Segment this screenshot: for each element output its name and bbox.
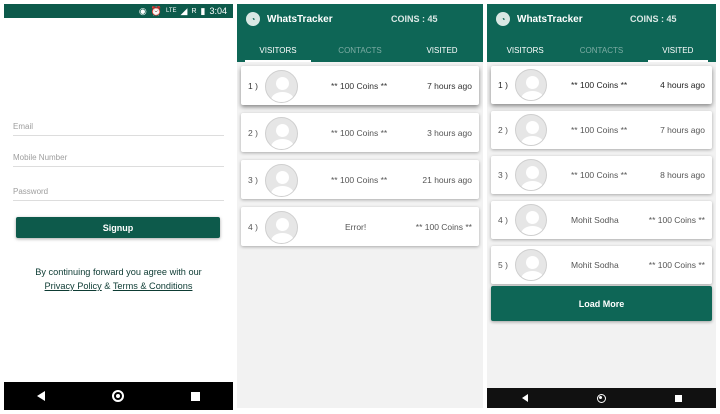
signal-icon: ◢ (180, 5, 188, 16)
item-name: Error! (345, 221, 367, 232)
app-title: WhatsTracker (267, 14, 333, 25)
item-coins: ** 100 Coins ** (331, 127, 388, 138)
avatar (515, 204, 547, 236)
item-coins: ** 100 Coins ** (331, 80, 388, 91)
item-index: 4 ) (248, 221, 258, 232)
item-index: 3 ) (248, 174, 258, 185)
signup-screen: ◉ ⏰ LTE ◢ R ▮ 3:04 Signup By continuing … (4, 4, 233, 410)
home-icon[interactable] (111, 390, 124, 402)
tab-visited[interactable]: VISITED (401, 40, 483, 62)
password-field[interactable] (13, 183, 224, 201)
app-logo-icon: ◔ (496, 12, 510, 26)
app-bar: ◔ WhatsTracker COINS : 45 VISITORS CONTA… (237, 4, 483, 62)
tab-visited[interactable]: VISITED (640, 40, 716, 62)
app-title: WhatsTracker (517, 14, 583, 25)
system-nav-bar (487, 388, 716, 408)
terms-links: Privacy Policy & Terms & Conditions (4, 279, 233, 293)
item-coins: ** 100 Coins ** (571, 170, 628, 180)
item-time: 7 hours ago (660, 125, 705, 135)
avatar (265, 211, 298, 244)
item-time: 7 hours ago (427, 80, 472, 91)
list-item[interactable]: 2 ) ** 100 Coins ** 7 hours ago (491, 111, 712, 149)
item-time: 8 hours ago (660, 170, 705, 180)
email-field[interactable] (13, 118, 224, 136)
item-index: 3 ) (498, 170, 508, 180)
item-coins: ** 100 Coins ** (648, 215, 705, 225)
item-coins: ** 100 Coins ** (571, 80, 628, 90)
battery-icon: ▮ (200, 5, 206, 16)
list-item[interactable]: 1 ) ** 100 Coins ** 4 hours ago (491, 66, 712, 104)
avatar (515, 114, 547, 146)
terms-conditions-link[interactable]: Terms & Conditions (113, 281, 193, 291)
item-index: 1 ) (498, 80, 508, 90)
list-item[interactable]: 1 ) ** 100 Coins ** 7 hours ago (241, 66, 479, 105)
signup-button[interactable]: Signup (16, 217, 220, 238)
item-time: 4 hours ago (660, 80, 705, 90)
item-coins: ** 100 Coins ** (648, 260, 705, 270)
status-bar: ◉ ⏰ LTE ◢ R ▮ 3:04 (4, 4, 233, 18)
avatar (265, 70, 298, 103)
item-time: 21 hours ago (422, 174, 472, 185)
avatar (515, 249, 547, 281)
item-name: Mohit Sodha (571, 260, 619, 270)
item-index: 2 ) (498, 125, 508, 135)
roaming-icon: R (191, 7, 197, 15)
status-time: 3:04 (209, 5, 227, 16)
ampersand: & (104, 281, 111, 291)
avatar (265, 117, 298, 150)
avatar (515, 159, 547, 191)
list-item[interactable]: 2 ) ** 100 Coins ** 3 hours ago (241, 113, 479, 152)
avatar (515, 69, 547, 101)
coins-counter: COINS : 45 (391, 14, 438, 24)
tab-visitors[interactable]: VISITORS (487, 40, 563, 62)
back-icon[interactable] (37, 391, 46, 401)
recent-apps-icon[interactable] (190, 391, 200, 401)
privacy-policy-link[interactable]: Privacy Policy (45, 281, 102, 291)
terms-line: By continuing forward you agree with our (35, 267, 202, 277)
visited-screen: ◔ WhatsTracker COINS : 45 VISITORS CONTA… (487, 4, 716, 408)
item-index: 5 ) (498, 260, 508, 270)
visitors-screen: ◔ WhatsTracker COINS : 45 VISITORS CONTA… (237, 4, 483, 408)
item-coins: ** 100 Coins ** (331, 174, 388, 185)
load-more-button[interactable]: Load More (491, 286, 712, 321)
item-time: 3 hours ago (427, 127, 472, 138)
item-index: 1 ) (248, 80, 258, 91)
item-coins: ** 100 Coins ** (415, 221, 472, 232)
visitors-list: 1 ) ** 100 Coins ** 7 hours ago 2 ) ** 1… (241, 66, 479, 254)
terms-text: By continuing forward you agree with our… (4, 265, 233, 293)
tab-bar: VISITORS CONTACTS VISITED (487, 40, 716, 62)
item-coins: ** 100 Coins ** (571, 125, 628, 135)
hotspot-icon: ◉ (138, 5, 147, 16)
visited-list: 1 ) ** 100 Coins ** 4 hours ago 2 ) ** 1… (491, 66, 712, 291)
list-item[interactable]: 4 ) Mohit Sodha ** 100 Coins ** (491, 201, 712, 239)
back-icon[interactable] (521, 394, 528, 402)
system-nav-bar (4, 382, 233, 410)
app-logo-icon: ◔ (246, 12, 260, 26)
tab-contacts[interactable]: CONTACTS (563, 40, 639, 62)
list-item[interactable]: 3 ) ** 100 Coins ** 8 hours ago (491, 156, 712, 194)
alarm-icon: ⏰ (150, 5, 162, 16)
item-index: 2 ) (248, 127, 258, 138)
coins-counter: COINS : 45 (630, 14, 677, 24)
avatar (265, 164, 298, 197)
list-item[interactable]: 5 ) Mohit Sodha ** 100 Coins ** (491, 246, 712, 284)
mobile-number-field[interactable] (13, 149, 224, 167)
tab-visitors[interactable]: VISITORS (237, 40, 319, 62)
recent-apps-icon[interactable] (674, 394, 682, 402)
tab-bar: VISITORS CONTACTS VISITED (237, 40, 483, 62)
list-item[interactable]: 3 ) ** 100 Coins ** 21 hours ago (241, 160, 479, 199)
lte-icon: LTE (165, 8, 177, 14)
item-name: Mohit Sodha (571, 215, 619, 225)
item-index: 4 ) (498, 215, 508, 225)
tab-contacts[interactable]: CONTACTS (319, 40, 401, 62)
app-bar: ◔ WhatsTracker COINS : 45 VISITORS CONTA… (487, 4, 716, 62)
home-icon[interactable] (596, 393, 606, 403)
list-item[interactable]: 4 ) Error! ** 100 Coins ** (241, 207, 479, 246)
